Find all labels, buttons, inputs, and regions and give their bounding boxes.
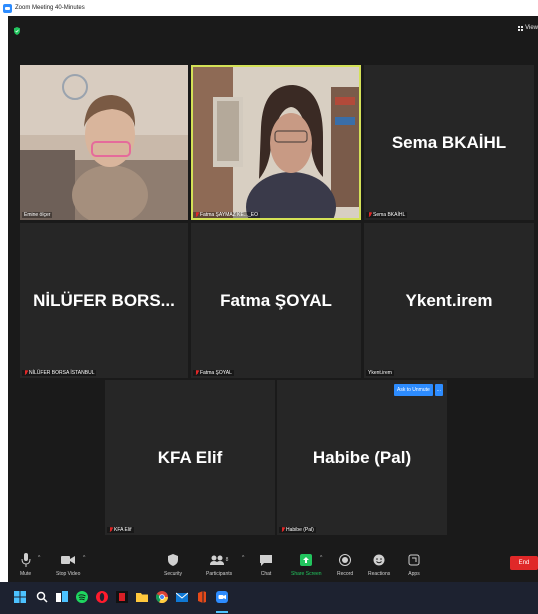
zoom-app-icon (3, 3, 12, 13)
active-app-indicator (216, 611, 228, 613)
participants-options-caret-icon[interactable]: ^ (242, 555, 244, 561)
window-titlebar: Zoom Meeting 40-Minutes (0, 0, 538, 16)
participants-count: 8 (225, 557, 229, 563)
meeting-toolbar: Mute ^ Stop Video ^ Security 8 Participa… (8, 550, 538, 582)
participant-name-label: Fatma ŞAYMAZ KE..._EO (193, 212, 260, 218)
participants-icon (209, 555, 224, 565)
participants-button[interactable]: 8 Participants (206, 552, 232, 577)
participant-display-name: Fatma ŞOYAL (220, 290, 332, 310)
security-button[interactable]: Security (164, 552, 182, 577)
participant-name-label: Habibe (Pal) (279, 527, 316, 533)
video-options-caret-icon[interactable]: ^ (83, 555, 85, 561)
stop-video-button[interactable]: Stop Video (56, 552, 80, 577)
reactions-button[interactable]: Reactions (368, 552, 390, 577)
file-explorer-icon[interactable] (136, 591, 148, 603)
opera-icon[interactable] (96, 591, 108, 603)
record-button[interactable]: Record (337, 552, 353, 577)
participant-name-label: Ykent.irem (366, 370, 394, 376)
search-icon[interactable] (36, 591, 48, 603)
participant-tile-kfa-elif[interactable]: KFA Elif KFA Elif (105, 380, 275, 535)
share-options-caret-icon[interactable]: ^ (320, 555, 322, 561)
participant-display-name: Habibe (Pal) (312, 447, 412, 467)
meeting-area: View Emine ölçer Fatma ŞAYMAZ KE..._EO S… (8, 16, 538, 550)
zoom-icon[interactable] (216, 591, 228, 603)
share-screen-button[interactable]: Share Screen (291, 552, 322, 577)
record-icon (339, 554, 352, 566)
chat-bubble-icon (260, 554, 272, 566)
view-label: View (525, 25, 538, 31)
participant-video-emine (20, 65, 188, 220)
participant-display-name: KFA Elif (157, 447, 223, 467)
task-view-icon[interactable] (56, 591, 68, 603)
participant-name-label: KFA Elif (107, 527, 134, 533)
ask-to-unmute-button[interactable]: Ask to Unmute (394, 384, 433, 396)
participant-tile-sema[interactable]: Sema BKAİHL Sema BKAİHL (364, 65, 534, 220)
participant-tile-habibe[interactable]: Habibe (Pal) Habibe (Pal) (277, 380, 447, 535)
reactions-smiley-icon (373, 554, 385, 566)
microphone-icon (21, 553, 31, 567)
more-options-button[interactable]: ... (434, 384, 443, 396)
office-icon[interactable] (196, 591, 208, 603)
video-camera-icon (61, 556, 76, 564)
red-app-icon[interactable] (116, 591, 128, 603)
participant-tile-fatma-saymaz[interactable]: Fatma ŞAYMAZ KE..._EO (191, 65, 361, 220)
chrome-icon[interactable] (156, 591, 168, 603)
mute-options-caret-icon[interactable]: ^ (38, 555, 40, 561)
apps-icon (408, 554, 420, 566)
windows-taskbar (0, 582, 538, 614)
spotify-icon[interactable] (76, 591, 88, 603)
participant-video-fatma-saymaz (193, 67, 359, 218)
chat-button[interactable]: Chat (260, 552, 272, 577)
participant-display-name: NİLÜFER BORS... (33, 290, 175, 310)
grid-view-icon (518, 25, 524, 31)
end-meeting-button[interactable]: End (510, 556, 538, 570)
muted-mic-icon (368, 212, 372, 218)
mail-icon[interactable] (176, 591, 188, 603)
muted-mic-icon (195, 370, 199, 376)
participant-name-label: NİLÜFER BORSA İSTANBUL (22, 370, 97, 376)
muted-mic-icon (24, 370, 28, 376)
participant-display-name: Ykent.irem (405, 290, 493, 310)
mute-button[interactable]: Mute (20, 552, 31, 577)
participant-tile-nilufer[interactable]: NİLÜFER BORS... NİLÜFER BORSA İSTANBUL (20, 223, 188, 378)
participant-tile-ykent-irem[interactable]: Ykent.irem Ykent.irem (364, 223, 534, 378)
participant-name-label: Emine ölçer (22, 212, 53, 218)
security-shield-icon (168, 554, 179, 566)
encryption-shield-icon[interactable] (14, 27, 20, 35)
muted-mic-icon (109, 527, 113, 533)
participant-name-label: Fatma ŞOYAL (193, 370, 234, 376)
participant-tile-fatma-soyal[interactable]: Fatma ŞOYAL Fatma ŞOYAL (191, 223, 361, 378)
muted-mic-icon (195, 212, 199, 218)
view-button[interactable]: View (518, 25, 538, 31)
share-screen-icon (300, 554, 313, 566)
muted-mic-icon (281, 527, 285, 533)
participant-tile-emine[interactable]: Emine ölçer (20, 65, 188, 220)
apps-button[interactable]: Apps (408, 552, 420, 577)
window-title: Zoom Meeting 40-Minutes (15, 5, 85, 11)
participant-display-name: Sema BKAİHL (391, 132, 507, 152)
ask-to-unmute-group: Ask to Unmute ... (394, 384, 443, 396)
windows-icon[interactable] (14, 591, 26, 603)
participant-name-label: Sema BKAİHL (366, 212, 408, 218)
